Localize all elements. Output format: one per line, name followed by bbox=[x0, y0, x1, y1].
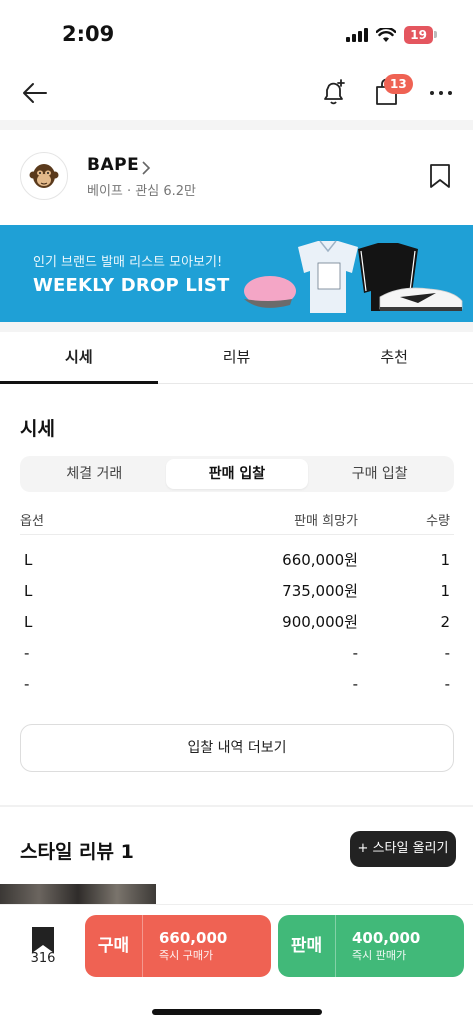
buy-price-caption: 즉시 구매가 bbox=[159, 948, 214, 962]
battery-indicator: 19 bbox=[404, 26, 437, 44]
table-body: L 660,000원 1 L 735,000원 1 L 900,000원 2 -… bbox=[20, 535, 454, 699]
brand-logo bbox=[20, 152, 68, 200]
tab-recommend[interactable]: 추천 bbox=[315, 332, 473, 383]
sell-price-caption: 즉시 판매가 bbox=[352, 948, 407, 962]
style-review-title: 스타일 리뷰 1 bbox=[20, 841, 134, 863]
cell-price: 660,000원 bbox=[282, 551, 358, 569]
sell-price: 400,000 bbox=[352, 928, 421, 947]
notification-bell-icon[interactable] bbox=[318, 76, 350, 108]
bookmark-count: 316 bbox=[30, 951, 56, 966]
cell-quantity: - bbox=[444, 674, 450, 693]
tab-bar: 시세 리뷰 추천 bbox=[0, 332, 473, 384]
buy-price-block: 660,000 즉시 구매가 bbox=[143, 929, 227, 964]
style-review-thumbnail[interactable] bbox=[0, 884, 156, 906]
status-icons: 19 bbox=[346, 26, 437, 44]
weekly-drop-banner[interactable]: 인기 브랜드 발매 리스트 모아보기! WEEKLY DROP LIST bbox=[0, 225, 473, 322]
brand-subtitle: 베이프 · 관심 6.2만 bbox=[87, 184, 196, 199]
more-icon[interactable] bbox=[426, 78, 456, 108]
table-row: L 900,000원 2 bbox=[20, 606, 454, 637]
divider bbox=[0, 322, 473, 332]
view-more-bids-button[interactable]: 입찰 내역 더보기 bbox=[20, 724, 454, 772]
bid-table: 옵션 판매 희망가 수량 L 660,000원 1 L 735,000원 1 L… bbox=[20, 505, 454, 699]
top-nav: 13 bbox=[0, 70, 473, 120]
banner-products-image bbox=[244, 240, 463, 313]
banner-title: WEEKLY DROP LIST bbox=[33, 275, 230, 296]
table-header: 옵션 판매 희망가 수량 bbox=[20, 505, 454, 535]
tab-price[interactable]: 시세 bbox=[0, 332, 158, 384]
table-row: L 735,000원 1 bbox=[20, 575, 454, 606]
segment-transactions[interactable]: 체결 거래 bbox=[23, 459, 166, 489]
brand-name: BAPE bbox=[87, 155, 140, 175]
column-header-option: 옵션 bbox=[20, 514, 44, 529]
status-bar: 2:09 19 bbox=[0, 0, 473, 70]
column-header-quantity: 수량 bbox=[426, 514, 450, 529]
sell-button[interactable]: 판매 400,000 즉시 판매가 bbox=[278, 915, 464, 977]
signal-icon bbox=[346, 28, 369, 42]
divider bbox=[0, 805, 473, 807]
cell-price: - bbox=[352, 643, 358, 662]
cell-price: 735,000원 bbox=[282, 582, 358, 600]
buy-label: 구매 bbox=[85, 915, 143, 977]
buy-button[interactable]: 구매 660,000 즉시 구매가 bbox=[85, 915, 271, 977]
segment-sell-bids[interactable]: 판매 입찰 bbox=[165, 459, 309, 489]
cell-quantity: 1 bbox=[440, 550, 450, 569]
chevron-right-icon bbox=[142, 161, 151, 175]
price-segment-control: 체결 거래 판매 입찰 구매 입찰 bbox=[20, 456, 454, 492]
price-section-title: 시세 bbox=[20, 418, 55, 440]
table-row: - - - bbox=[20, 668, 454, 699]
cell-option: - bbox=[24, 674, 30, 693]
tab-review[interactable]: 리뷰 bbox=[158, 332, 316, 383]
cell-price: 900,000원 bbox=[282, 613, 358, 631]
column-header-price: 판매 희망가 bbox=[294, 514, 358, 529]
back-arrow-icon[interactable] bbox=[20, 78, 50, 108]
cell-option: L bbox=[24, 550, 33, 569]
cell-option: L bbox=[24, 612, 33, 631]
brand-row[interactable]: BAPE 베이프 · 관심 6.2만 bbox=[0, 130, 473, 225]
bottom-action-bar: 316 구매 660,000 즉시 구매가 판매 400,000 즉시 판매가 bbox=[0, 904, 473, 1024]
table-row: L 660,000원 1 bbox=[20, 544, 454, 575]
cell-quantity: 2 bbox=[440, 612, 450, 631]
sell-label: 판매 bbox=[278, 915, 336, 977]
cell-price: - bbox=[352, 674, 358, 693]
ape-head-icon bbox=[29, 164, 59, 188]
segment-buy-bids[interactable]: 구매 입찰 bbox=[308, 459, 451, 489]
cell-quantity: - bbox=[444, 643, 450, 662]
upload-style-button[interactable]: + 스타일 올리기 bbox=[350, 831, 456, 867]
cell-option: - bbox=[24, 643, 30, 662]
table-row: - - - bbox=[20, 637, 454, 668]
bookmark-icon[interactable] bbox=[428, 163, 452, 189]
buy-price: 660,000 bbox=[159, 928, 228, 947]
status-time: 2:09 bbox=[62, 22, 115, 46]
home-indicator bbox=[152, 1009, 322, 1015]
banner-subtitle: 인기 브랜드 발매 리스트 모아보기! bbox=[33, 255, 223, 270]
sell-price-block: 400,000 즉시 판매가 bbox=[336, 929, 420, 964]
cell-quantity: 1 bbox=[440, 581, 450, 600]
divider bbox=[0, 120, 473, 130]
cart-badge: 13 bbox=[384, 74, 413, 94]
wifi-icon bbox=[376, 27, 397, 42]
cell-option: L bbox=[24, 581, 33, 600]
